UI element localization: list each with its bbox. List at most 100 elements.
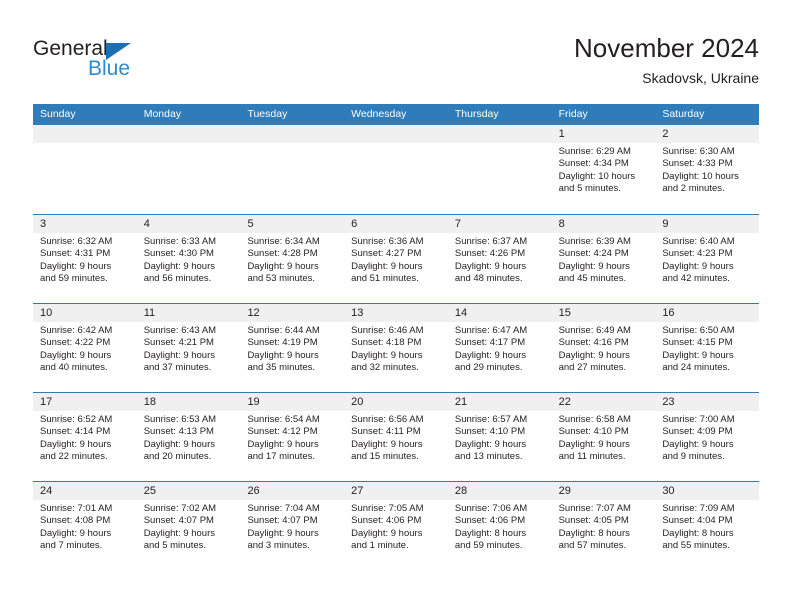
sunrise-text: Sunrise: 6:46 AM	[351, 325, 424, 336]
daylight-text-line1: Daylight: 9 hours	[247, 349, 319, 361]
sunrise-text: Sunrise: 6:49 AM	[558, 325, 631, 336]
calendar-day-cell[interactable]: 18 Sunrise: 6:53 AM Sunset: 4:13 PM Dayligh…	[136, 393, 241, 481]
calendar-page: General Blue November 2024 Skadovsk, Ukr…	[0, 0, 792, 612]
calendar-day-cell[interactable]: 3 Sunrise: 6:32 AM Sunset: 4:31 PM Daylight…	[33, 215, 137, 303]
page-header: General Blue November 2024 Skadovsk, Ukr…	[0, 0, 792, 104]
calendar-day-cell-empty	[447, 125, 552, 214]
calendar-day-cell[interactable]: 19 Sunrise: 6:54 AM Sunset: 4:12 PM Dayligh…	[240, 393, 345, 481]
daylight-text-line2: and 56 minutes.	[143, 273, 212, 285]
daylight-text-line1: Daylight: 9 hours	[247, 438, 319, 450]
weekday-header-friday: Friday	[558, 108, 588, 120]
calendar-day-cell[interactable]: 4 Sunrise: 6:33 AM Sunset: 4:30 PM Daylight…	[136, 215, 241, 303]
day-number: 16	[655, 304, 760, 322]
sunset-text: Sunset: 4:07 PM	[247, 515, 318, 527]
calendar-day-cell[interactable]: 5 Sunrise: 6:34 AM Sunset: 4:28 PM Daylight…	[240, 215, 345, 303]
calendar-day-cell[interactable]: 7 Sunrise: 6:37 AM Sunset: 4:26 PM Daylight…	[447, 215, 552, 303]
daylight-text-line2: and 24 minutes.	[662, 362, 730, 374]
calendar-day-cell-empty	[33, 125, 137, 214]
day-sun-info: Sunrise: 6:42 AM Sunset: 4:22 PM Daylight:…	[33, 322, 137, 375]
calendar-day-cell[interactable]: 12 Sunrise: 6:44 AM Sunset: 4:19 PM Dayligh…	[240, 304, 345, 392]
daylight-text-line1: Daylight: 9 hours	[351, 349, 423, 361]
daylight-text-line1: Daylight: 9 hours	[558, 260, 630, 272]
daylight-text-line1: Daylight: 9 hours	[143, 438, 216, 450]
calendar-day-cell[interactable]: 2 Sunrise: 6:30 AM Sunset: 4:33 PM Daylight…	[655, 125, 760, 214]
calendar-day-cell[interactable]: 10 Sunrise: 6:42 AM Sunset: 4:22 PM Dayligh…	[33, 304, 137, 392]
day-sun-info: Sunrise: 6:29 AM Sunset: 4:34 PM Daylight:…	[552, 143, 656, 196]
sunset-text: Sunset: 4:05 PM	[558, 515, 629, 527]
day-number: 15	[551, 304, 656, 322]
day-sun-info: Sunrise: 7:02 AM Sunset: 4:07 PM Daylight:…	[137, 500, 241, 553]
day-number: 4	[136, 215, 241, 233]
calendar-day-cell[interactable]: 25 Sunrise: 7:02 AM Sunset: 4:07 PM Dayligh…	[136, 482, 241, 570]
daylight-text-line2: and 53 minutes.	[247, 273, 316, 285]
day-sun-info: Sunrise: 6:36 AM Sunset: 4:27 PM Daylight:…	[344, 233, 448, 286]
day-number	[240, 125, 345, 143]
day-sun-info: Sunrise: 6:43 AM Sunset: 4:21 PM Daylight:…	[137, 322, 241, 375]
day-number: 21	[447, 393, 552, 411]
day-sun-info: Sunrise: 6:37 AM Sunset: 4:26 PM Daylight:…	[448, 233, 552, 286]
calendar-day-cell[interactable]: 9 Sunrise: 6:40 AM Sunset: 4:23 PM Daylight…	[655, 215, 760, 303]
daylight-text-line1: Daylight: 9 hours	[143, 527, 216, 539]
daylight-text-line1: Daylight: 9 hours	[143, 260, 216, 272]
sunrise-text: Sunrise: 7:04 AM	[247, 503, 320, 514]
calendar-day-cell[interactable]: 1 Sunrise: 6:29 AM Sunset: 4:34 PM Daylight…	[551, 125, 656, 214]
daylight-text-line1: Daylight: 9 hours	[40, 438, 112, 450]
sunset-text: Sunset: 4:17 PM	[454, 337, 526, 349]
sunset-text: Sunset: 4:26 PM	[454, 248, 526, 260]
calendar-day-cell[interactable]: 22 Sunrise: 6:58 AM Sunset: 4:10 PM Dayligh…	[551, 393, 656, 481]
sunset-text: Sunset: 4:21 PM	[143, 337, 214, 349]
sunrise-text: Sunrise: 6:33 AM	[143, 236, 217, 247]
sunrise-text: Sunrise: 6:44 AM	[247, 325, 320, 336]
calendar-day-cell[interactable]: 26 Sunrise: 7:04 AM Sunset: 4:07 PM Dayligh…	[240, 482, 345, 570]
weekday-header-thursday: Thursday	[454, 108, 499, 120]
sunrise-text: Sunrise: 7:02 AM	[143, 503, 217, 514]
day-sun-info: Sunrise: 7:01 AM Sunset: 4:08 PM Daylight:…	[33, 500, 137, 553]
sunrise-text: Sunrise: 6:29 AM	[558, 146, 631, 157]
daylight-text-line2: and 40 minutes.	[40, 362, 108, 374]
calendar-day-cell[interactable]: 29 Sunrise: 7:07 AM Sunset: 4:05 PM Dayligh…	[551, 482, 656, 570]
daylight-text-line2: and 1 minute.	[351, 540, 409, 552]
calendar-day-cell[interactable]: 13 Sunrise: 6:46 AM Sunset: 4:18 PM Dayligh…	[344, 304, 448, 392]
calendar-day-cell[interactable]: 6 Sunrise: 6:36 AM Sunset: 4:27 PM Daylight…	[344, 215, 448, 303]
day-number: 19	[240, 393, 345, 411]
sunrise-text: Sunrise: 7:06 AM	[454, 503, 528, 514]
calendar-day-cell[interactable]: 20 Sunrise: 6:56 AM Sunset: 4:11 PM Dayligh…	[344, 393, 448, 481]
sunset-text: Sunset: 4:33 PM	[662, 158, 733, 170]
daylight-text-line2: and 2 minutes.	[662, 183, 725, 195]
daylight-text-line2: and 22 minutes.	[40, 451, 108, 463]
calendar-day-cell[interactable]: 27 Sunrise: 7:05 AM Sunset: 4:06 PM Dayligh…	[344, 482, 448, 570]
sunset-text: Sunset: 4:30 PM	[143, 248, 214, 260]
sunrise-text: Sunrise: 6:43 AM	[143, 325, 217, 336]
sunrise-text: Sunrise: 7:01 AM	[40, 503, 113, 514]
calendar-day-cell-empty	[344, 125, 448, 214]
calendar-day-cell[interactable]: 30 Sunrise: 7:09 AM Sunset: 4:04 PM Dayligh…	[655, 482, 760, 570]
sunset-text: Sunset: 4:04 PM	[662, 515, 733, 527]
calendar-day-cell[interactable]: 11 Sunrise: 6:43 AM Sunset: 4:21 PM Dayligh…	[136, 304, 241, 392]
day-number: 10	[33, 304, 137, 322]
calendar-day-cell[interactable]: 21 Sunrise: 6:57 AM Sunset: 4:10 PM Dayligh…	[447, 393, 552, 481]
calendar-day-cell[interactable]: 23 Sunrise: 7:00 AM Sunset: 4:09 PM Dayligh…	[655, 393, 760, 481]
day-number: 8	[551, 215, 656, 233]
general-blue-logo[interactable]: General Blue	[33, 38, 213, 88]
day-sun-info: Sunrise: 6:44 AM Sunset: 4:19 PM Daylight:…	[240, 322, 344, 375]
day-number: 9	[655, 215, 760, 233]
calendar-day-cell[interactable]: 8 Sunrise: 6:39 AM Sunset: 4:24 PM Daylight…	[551, 215, 656, 303]
calendar-day-cell[interactable]: 17 Sunrise: 6:52 AM Sunset: 4:14 PM Dayligh…	[33, 393, 137, 481]
day-sun-info: Sunrise: 6:40 AM Sunset: 4:23 PM Daylight:…	[655, 233, 759, 286]
day-sun-info: Sunrise: 7:04 AM Sunset: 4:07 PM Daylight:…	[240, 500, 344, 553]
daylight-text-line2: and 11 minutes.	[558, 451, 626, 463]
day-number: 11	[136, 304, 241, 322]
day-number: 27	[344, 482, 448, 500]
calendar-day-cell[interactable]: 28 Sunrise: 7:06 AM Sunset: 4:06 PM Dayligh…	[447, 482, 552, 570]
calendar-day-cell[interactable]: 16 Sunrise: 6:50 AM Sunset: 4:15 PM Dayligh…	[655, 304, 760, 392]
daylight-text-line2: and 17 minutes.	[247, 451, 316, 463]
calendar-week-row: 1 Sunrise: 6:29 AM Sunset: 4:34 PM Daylight…	[33, 125, 760, 214]
sunset-text: Sunset: 4:10 PM	[454, 426, 526, 438]
daylight-text-line2: and 48 minutes.	[454, 273, 523, 285]
calendar-day-cell[interactable]: 15 Sunrise: 6:49 AM Sunset: 4:16 PM Dayligh…	[551, 304, 656, 392]
sunrise-text: Sunrise: 6:34 AM	[247, 236, 320, 247]
calendar-day-cell[interactable]: 14 Sunrise: 6:47 AM Sunset: 4:17 PM Dayligh…	[447, 304, 552, 392]
day-number: 24	[33, 482, 137, 500]
calendar-day-cell[interactable]: 24 Sunrise: 7:01 AM Sunset: 4:08 PM Dayligh…	[33, 482, 137, 570]
sunset-text: Sunset: 4:22 PM	[40, 337, 111, 349]
